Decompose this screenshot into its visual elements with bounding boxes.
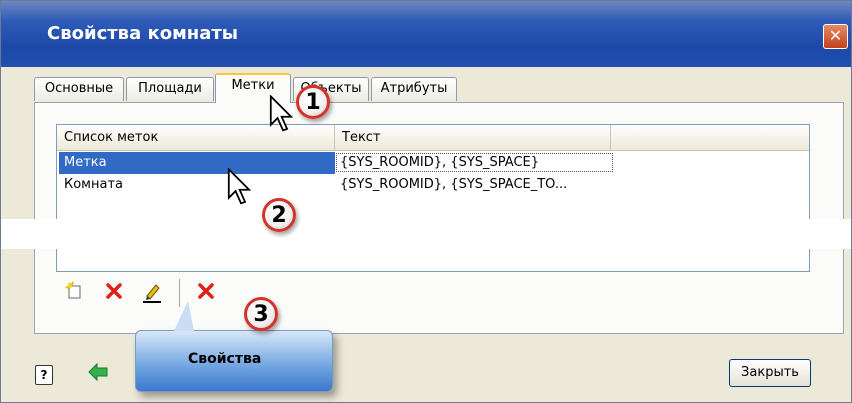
callout-badge-3: 3 (244, 297, 278, 331)
help-icon[interactable]: ? (35, 365, 53, 385)
close-icon[interactable]: ✕ (823, 24, 848, 49)
white-cut-band (1, 219, 851, 249)
row-name: Комната (64, 177, 123, 192)
row-name: Метка (64, 155, 107, 170)
list-row[interactable]: Комната {SYS_ROOMID}, {SYS_SPACE_TO... (57, 174, 809, 196)
delete-icon[interactable] (102, 281, 126, 305)
close-button[interactable]: Закрыть (729, 359, 811, 387)
row-text: {SYS_ROOMID}, {SYS_SPACE_TO... (340, 177, 568, 192)
tab-attributes[interactable]: Атрибуты (371, 77, 457, 101)
properties-tooltip: Свойства (135, 301, 333, 392)
labels-list[interactable]: Список меток Текст Метка {SYS_ROOMID}, {… (56, 124, 810, 272)
tab-main[interactable]: Основные (34, 77, 124, 101)
tab-areas[interactable]: Площади (126, 77, 214, 101)
room-properties-dialog: Свойства комнаты ✕ Основные Площади Метк… (0, 0, 852, 403)
edit-pencil-icon[interactable] (140, 281, 164, 305)
list-header: Список меток Текст (57, 125, 809, 151)
tooltip-pointer (174, 301, 194, 331)
window-title: Свойства комнаты (47, 23, 239, 44)
new-icon[interactable] (63, 281, 87, 305)
back-arrow-icon[interactable] (87, 362, 109, 388)
title-bar[interactable]: Свойства комнаты ✕ (1, 1, 851, 67)
callout-badge-2: 2 (262, 198, 296, 232)
list-row[interactable]: Метка {SYS_ROOMID}, {SYS_SPACE} (57, 152, 809, 174)
row-text: {SYS_ROOMID}, {SYS_SPACE} (340, 155, 540, 170)
mouse-cursor-icon (269, 94, 297, 138)
callout-badge-1: 1 (296, 85, 330, 119)
column-header-text[interactable]: Текст (335, 125, 611, 150)
tooltip-text: Свойства (188, 351, 262, 367)
mouse-cursor-icon (227, 167, 255, 211)
delete-all-icon[interactable] (194, 281, 218, 305)
